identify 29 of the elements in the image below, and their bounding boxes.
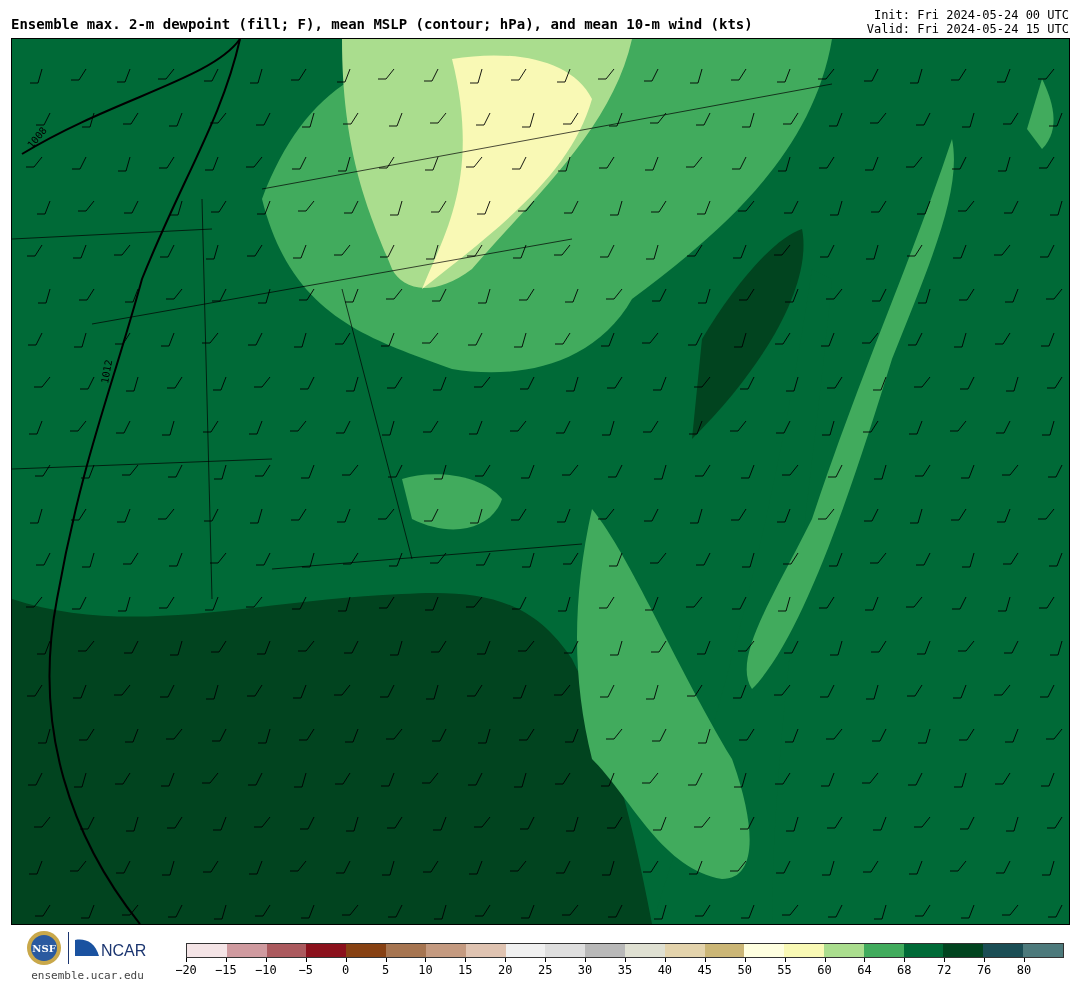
tick-label: −5 bbox=[298, 963, 313, 977]
tick-label: 0 bbox=[342, 963, 350, 977]
ncar-logo: NCAR bbox=[75, 936, 149, 960]
tick-label: 35 bbox=[617, 963, 633, 977]
tick-label: 76 bbox=[976, 963, 992, 977]
tick-label: 45 bbox=[697, 963, 712, 977]
init-time: Init: Fri 2024-05-24 00 UTC bbox=[873, 8, 1069, 22]
tick-label: 50 bbox=[737, 963, 752, 977]
tick-label: −15 bbox=[215, 963, 237, 977]
tick-label: 72 bbox=[937, 963, 952, 977]
tick-label: 20 bbox=[498, 963, 513, 977]
website-url: ensemble.ucar.edu bbox=[31, 969, 144, 982]
tick-label: 15 bbox=[458, 963, 473, 977]
tick-label: 25 bbox=[537, 963, 553, 977]
tick-label: 55 bbox=[777, 963, 792, 977]
tick-label: 5 bbox=[381, 963, 390, 977]
chart-title: Ensemble max. 2-m dewpoint (fill; F), mean MSLP (contour; hPa), and mean 10-m wind (kts) bbox=[11, 16, 753, 34]
tick-label: 30 bbox=[577, 963, 593, 977]
tick-label: −10 bbox=[254, 963, 277, 977]
tick-label: −20 bbox=[175, 963, 197, 977]
tick-label: 60 bbox=[817, 963, 832, 977]
contour-label: 1012 bbox=[99, 358, 115, 385]
tick-label: 68 bbox=[897, 963, 912, 977]
tick-label: 64 bbox=[857, 963, 872, 977]
tick-label: 10 bbox=[418, 963, 433, 977]
tick-label: 40 bbox=[657, 963, 673, 977]
tick-label: 80 bbox=[1016, 963, 1032, 977]
nsf-logo: NSF bbox=[26, 930, 62, 966]
valid-time: Valid: Fri 2024-05-24 15 UTC bbox=[866, 22, 1069, 36]
